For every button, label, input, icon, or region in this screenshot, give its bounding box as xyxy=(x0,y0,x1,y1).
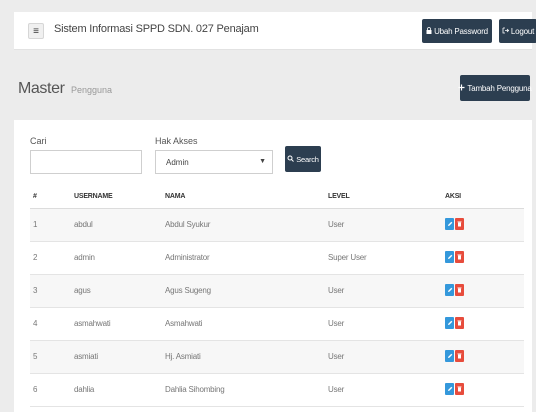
cell-no: 2 xyxy=(33,253,38,262)
cell-username: asmahwati xyxy=(74,319,111,328)
edit-button[interactable] xyxy=(445,317,454,329)
edit-button[interactable] xyxy=(445,383,454,395)
cell-nama: Dahlia Sihombing xyxy=(165,385,225,394)
hamburger-icon[interactable]: ≡ xyxy=(28,23,44,39)
hak-akses-label: Hak Akses xyxy=(155,136,198,146)
app-shell: ≡ Sistem Informasi SPPD SDN. 027 Penajam… xyxy=(0,0,536,412)
column-header-username: USERNAME xyxy=(74,193,113,200)
cell-no: 3 xyxy=(33,286,38,295)
cell-no: 4 xyxy=(33,319,38,328)
column-header-level: LEVEL xyxy=(328,193,350,200)
table-row: 4 asmahwati Asmahwati User xyxy=(30,308,524,341)
column-header-no: # xyxy=(33,193,37,200)
add-user-label: Tambah Pengguna xyxy=(467,83,532,93)
search-icon xyxy=(287,155,295,164)
cari-label: Cari xyxy=(30,136,47,146)
cell-nama: Abdul Syukur xyxy=(165,220,211,229)
hak-akses-select[interactable]: Admin ▼ xyxy=(155,150,273,174)
app-title: Sistem Informasi SPPD SDN. 027 Penajam xyxy=(54,23,259,35)
edit-button[interactable] xyxy=(445,350,454,362)
pencil-icon xyxy=(447,221,453,227)
logout-button[interactable]: Logout xyxy=(499,19,536,43)
pencil-icon xyxy=(447,254,453,260)
trash-icon xyxy=(457,386,462,392)
search-input[interactable] xyxy=(30,150,142,174)
cell-username: dahlia xyxy=(74,385,95,394)
user-list-card: Cari Hak Akses Admin ▼ Search # USERNAME… xyxy=(14,120,532,412)
caret-down-icon: ▼ xyxy=(259,158,266,165)
column-header-aksi: AKSI xyxy=(445,193,461,200)
cell-no: 1 xyxy=(33,220,38,229)
page-title: Master xyxy=(18,80,65,97)
cell-username: admin xyxy=(74,253,95,262)
cell-username: agus xyxy=(74,286,91,295)
pencil-icon xyxy=(447,353,453,359)
hak-akses-selected: Admin xyxy=(166,158,189,167)
page-subtitle: Pengguna xyxy=(70,85,112,95)
logout-icon xyxy=(502,27,509,36)
delete-button[interactable] xyxy=(455,251,464,263)
cell-username: abdul xyxy=(74,220,93,229)
search-button[interactable]: Search xyxy=(285,146,321,172)
change-password-label: Ubah Password xyxy=(434,26,488,36)
cell-nama: Hj. Asmiati xyxy=(165,352,201,361)
table-row: 5 asmiati Hj. Asmiati User xyxy=(30,341,524,374)
column-header-nama: NAMA xyxy=(165,193,186,200)
lock-icon xyxy=(426,26,432,36)
trash-icon xyxy=(457,221,462,227)
cell-level: User xyxy=(328,385,345,394)
logout-label: Logout xyxy=(510,26,535,36)
cell-level: User xyxy=(328,286,345,295)
delete-button[interactable] xyxy=(455,350,464,362)
delete-button[interactable] xyxy=(455,218,464,230)
add-user-button[interactable]: Tambah Pengguna xyxy=(458,75,532,101)
table-row: 3 agus Agus Sugeng User xyxy=(30,275,524,308)
plus-icon xyxy=(458,84,465,93)
pencil-icon xyxy=(447,386,453,392)
edit-button[interactable] xyxy=(445,218,454,230)
cell-level: Super User xyxy=(328,253,367,262)
cell-nama: Administrator xyxy=(165,253,210,262)
pencil-icon xyxy=(447,287,453,293)
page-heading: Master Pengguna xyxy=(18,80,112,98)
cell-no: 5 xyxy=(33,352,38,361)
top-navbar: ≡ Sistem Informasi SPPD SDN. 027 Penajam… xyxy=(14,12,536,50)
search-label: Search xyxy=(296,154,319,164)
pencil-icon xyxy=(447,320,453,326)
trash-icon xyxy=(457,287,462,293)
delete-button[interactable] xyxy=(455,317,464,329)
trash-icon xyxy=(457,254,462,260)
delete-button[interactable] xyxy=(455,383,464,395)
table-row: 6 dahlia Dahlia Sihombing User xyxy=(30,374,524,407)
cell-no: 6 xyxy=(33,385,38,394)
edit-button[interactable] xyxy=(445,284,454,296)
trash-icon xyxy=(457,320,462,326)
table-row: 1 abdul Abdul Syukur User xyxy=(30,209,524,242)
trash-icon xyxy=(457,353,462,359)
cell-level: User xyxy=(328,220,345,229)
cell-username: asmiati xyxy=(74,352,98,361)
table-row: 2 admin Administrator Super User xyxy=(30,242,524,275)
cell-level: User xyxy=(328,352,345,361)
cell-nama: Asmahwati xyxy=(165,319,203,328)
change-password-button[interactable]: Ubah Password xyxy=(422,19,492,43)
cell-level: User xyxy=(328,319,345,328)
delete-button[interactable] xyxy=(455,284,464,296)
edit-button[interactable] xyxy=(445,251,454,263)
cell-nama: Agus Sugeng xyxy=(165,286,211,295)
